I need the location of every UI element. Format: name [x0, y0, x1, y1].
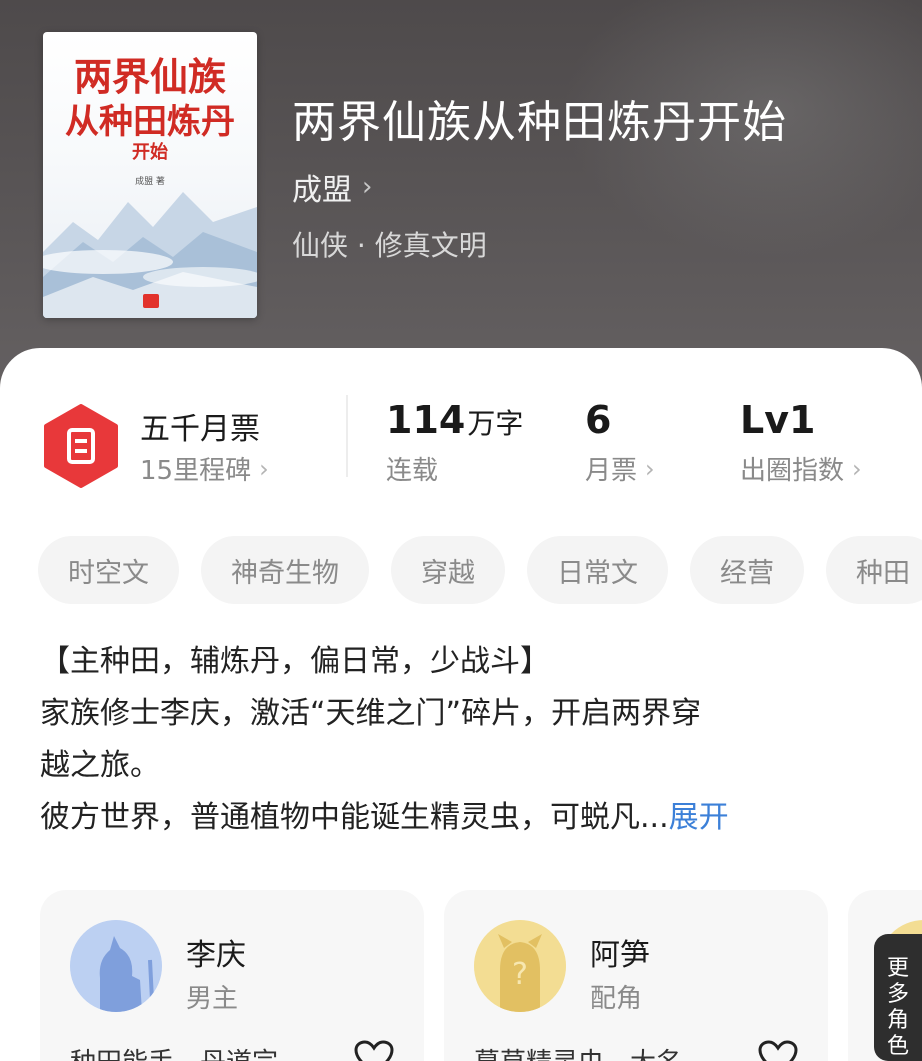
monthly-votes-label: 月票 [585, 456, 638, 486]
cover-title-line2: 从种田炼丹 [65, 102, 235, 142]
more-roles-char: 多 [886, 982, 909, 1007]
svg-text:?: ? [512, 957, 528, 992]
breakout-index-label: 出圈指数 [740, 456, 845, 486]
breakout-index-value: Lv1 [740, 398, 816, 442]
character-description: 种田能手，丹道宗 [70, 1042, 278, 1061]
word-count-unit: 万字 [467, 407, 524, 440]
tag-chip[interactable]: 神奇生物 [201, 536, 369, 604]
publisher-logo-icon [143, 294, 159, 308]
monthly-votes-link[interactable]: 月票 › [585, 450, 655, 487]
cover-title-line3: 开始 [132, 142, 168, 163]
character-card[interactable]: 李庆 男主 种田能手，丹道宗 [40, 890, 424, 1061]
description-line: 【主种田，辅炼丹，偏日常，少战斗】 [40, 644, 550, 679]
breakout-index-link[interactable]: 出圈指数 › [740, 450, 862, 487]
tag-chip[interactable]: 日常文 [527, 536, 668, 604]
book-cover[interactable]: 两界仙族 从种田炼丹 开始 成盟 著 [43, 32, 257, 318]
character-name: 阿笋 [590, 938, 650, 973]
more-roles-char: 角 [886, 1008, 909, 1033]
tag-chip[interactable]: 经营 [690, 536, 804, 604]
author-name: 成盟 [292, 173, 352, 208]
heart-icon[interactable] [758, 1040, 798, 1061]
monthly-ticket-icon[interactable] [42, 404, 120, 488]
tag-list: 时空文 神奇生物 穿越 日常文 经营 种田 [38, 536, 922, 604]
word-count-label: 连载 [386, 456, 439, 486]
more-roles-char: 色 [886, 1034, 909, 1059]
description-line-text: 彼方世界，普通植物中能诞生精灵虫，可蜕凡... [40, 800, 669, 835]
character-description: 幕草精灵虫，大名 [474, 1042, 682, 1061]
character-name: 李庆 [186, 938, 246, 973]
milestone-link[interactable]: 15里程碑 › [140, 450, 269, 487]
milestone-label: 15里程碑 [140, 456, 252, 486]
chevron-right-icon: › [259, 454, 269, 483]
book-title: 两界仙族从种田炼丹开始 [292, 97, 787, 148]
book-genre: 仙侠 · 修真文明 [292, 229, 487, 262]
more-roles-button[interactable]: 更 多 角 色 [874, 934, 922, 1061]
word-count: 114 万字 [386, 398, 523, 442]
character-card[interactable]: ? 阿笋 配角 幕草精灵虫，大名 [444, 890, 828, 1061]
character-role: 男主 [186, 984, 239, 1014]
monthly-votes-value: 6 [585, 398, 612, 442]
stats-divider [346, 395, 348, 477]
tag-chip[interactable]: 时空文 [38, 536, 179, 604]
word-count-value: 114 [386, 398, 466, 442]
character-role: 配角 [590, 984, 643, 1014]
expand-description-link[interactable]: 展开 [669, 800, 729, 835]
tag-chip[interactable]: 穿越 [391, 536, 505, 604]
chevron-right-icon: › [852, 454, 862, 483]
character-avatar [70, 920, 162, 1012]
tag-chip[interactable]: 种田 [826, 536, 922, 604]
cover-title-line1: 两界仙族 [73, 54, 226, 99]
character-silhouette-icon [70, 920, 162, 1012]
description-line: 越之旅。 [40, 748, 160, 783]
character-avatar: ? [474, 920, 566, 1012]
description-line: 家族修士李庆，激活“天维之门”碎片，开启两界穿 [40, 696, 702, 731]
more-roles-char: 更 [886, 956, 909, 981]
author-link[interactable]: 成盟 › [292, 167, 373, 208]
unknown-character-icon: ? [474, 920, 566, 1012]
description-line: 彼方世界，普通植物中能诞生精灵虫，可蜕凡...展开 [40, 792, 890, 844]
book-description: 【主种田，辅炼丹，偏日常，少战斗】 家族修士李庆，激活“天维之门”碎片，开启两界… [40, 636, 890, 844]
chevron-right-icon: › [645, 454, 655, 483]
heart-icon[interactable] [354, 1040, 394, 1061]
chevron-right-icon: › [362, 172, 373, 202]
monthly-ticket-title[interactable]: 五千月票 [140, 404, 260, 448]
